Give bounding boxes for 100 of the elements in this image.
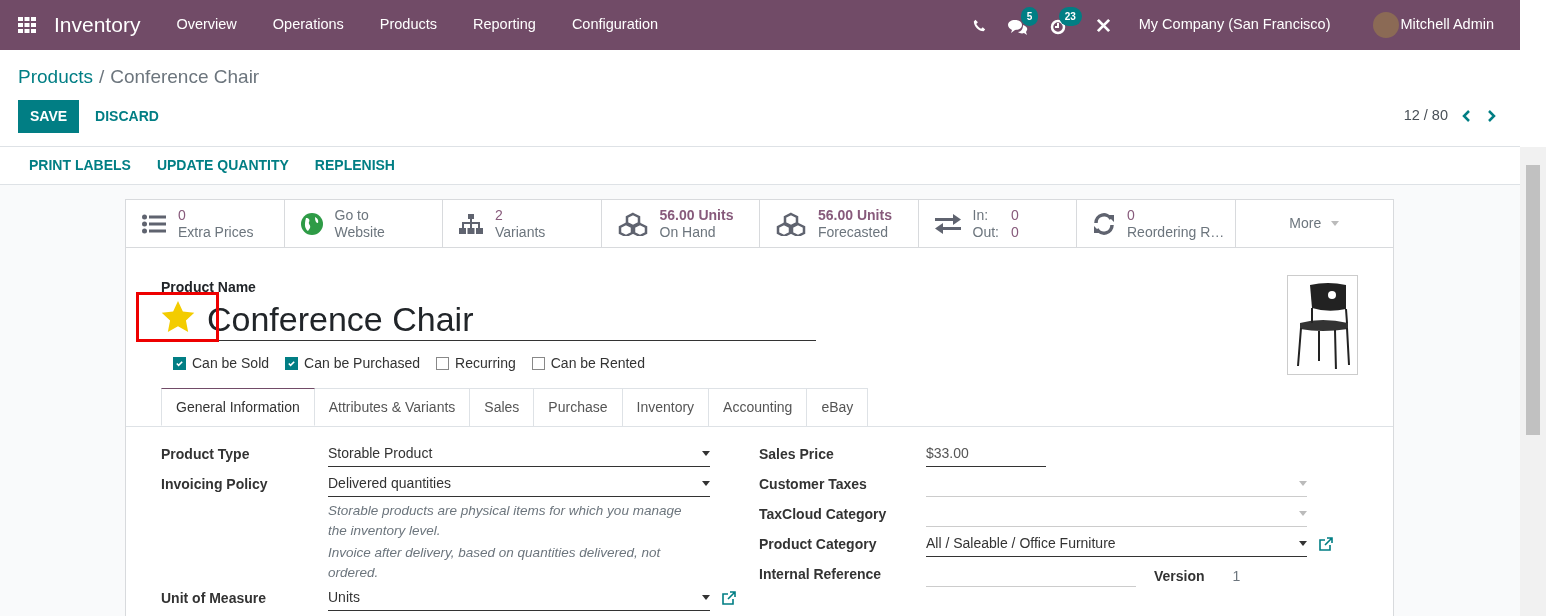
pager-value: 12 / 80 bbox=[1403, 106, 1448, 126]
form-tab[interactable]: eBay bbox=[807, 388, 869, 426]
input-field[interactable]: $33.00 bbox=[926, 441, 1046, 467]
help-text: Storable products are physical items for which you manage the inventory level. bbox=[328, 502, 683, 540]
stat-label: Website bbox=[334, 223, 385, 241]
scrollbar[interactable] bbox=[1520, 147, 1546, 616]
caret-icon bbox=[702, 595, 710, 600]
stat-label: Variants bbox=[495, 223, 546, 241]
field-label: Version bbox=[1154, 567, 1205, 586]
field-label: Unit of Measure bbox=[161, 589, 267, 608]
stat-label: On Hand bbox=[659, 223, 717, 241]
stat-value: 56.00 Units bbox=[818, 206, 892, 224]
notification-badge: 23 bbox=[1058, 7, 1082, 26]
caret-icon bbox=[702, 451, 710, 456]
favorite-star-icon[interactable] bbox=[161, 301, 195, 333]
field-label: TaxCloud Category bbox=[759, 505, 888, 524]
phone-icon[interactable] bbox=[972, 18, 986, 32]
menu-item[interactable]: Overview bbox=[158, 14, 255, 36]
stat-label: Forecasted bbox=[818, 223, 890, 241]
action-button[interactable]: UPDATE QUANTITY bbox=[156, 155, 289, 176]
caret-icon bbox=[1331, 221, 1340, 226]
clock-icon[interactable] bbox=[1049, 19, 1066, 35]
stat-value: 2 bbox=[495, 206, 504, 224]
company-switcher[interactable]: My Company (San Francisco) bbox=[1138, 14, 1331, 36]
notification-badge: 5 bbox=[1020, 7, 1039, 26]
transfer-arrows-icon bbox=[934, 213, 961, 234]
smart-button[interactable]: In: 0 Out: 0 bbox=[918, 200, 1077, 247]
action-button[interactable]: REPLENISH bbox=[314, 155, 395, 176]
photo-frame[interactable] bbox=[1287, 275, 1358, 375]
field-label: Internal Reference bbox=[759, 565, 883, 584]
menu-item[interactable]: Products bbox=[361, 14, 455, 36]
stat-label: In: bbox=[972, 206, 990, 224]
stat-label: Out: bbox=[972, 223, 999, 241]
chevron-left-icon[interactable] bbox=[1462, 110, 1471, 122]
select-field[interactable]: Units bbox=[328, 585, 710, 611]
checkbox[interactable] bbox=[285, 357, 299, 370]
user-menu[interactable]: Mitchell Admin bbox=[1400, 14, 1494, 36]
menu-item[interactable]: Operations bbox=[254, 14, 362, 36]
form-tab[interactable]: Purchase bbox=[534, 388, 623, 426]
checkbox[interactable] bbox=[531, 357, 545, 370]
caret-icon bbox=[702, 481, 710, 486]
scrollbar-thumb[interactable] bbox=[1526, 165, 1540, 435]
select-field[interactable]: All / Saleable / Office Furniture bbox=[926, 531, 1307, 557]
checkbox-label[interactable]: Recurring bbox=[455, 353, 516, 374]
hierarchy-icon bbox=[459, 213, 483, 234]
smart-button[interactable]: 56.00 Units On Hand bbox=[601, 200, 760, 247]
checkbox[interactable] bbox=[436, 357, 450, 370]
field-label: Customer Taxes bbox=[759, 475, 868, 494]
checkbox-label[interactable]: Can be Rented bbox=[550, 353, 645, 374]
menu-item[interactable]: Reporting bbox=[455, 14, 554, 36]
app-name[interactable]: Inventory bbox=[54, 9, 141, 41]
refresh-icon bbox=[1093, 212, 1115, 235]
list-icon bbox=[142, 213, 166, 234]
breadcrumb-link[interactable]: Products bbox=[18, 63, 93, 92]
select-field[interactable]: Storable Product bbox=[328, 441, 710, 467]
app-grid-icon[interactable] bbox=[18, 17, 36, 33]
external-link-icon[interactable] bbox=[722, 591, 736, 605]
field-label: Product Type bbox=[161, 445, 251, 464]
action-button[interactable]: PRINT LABELS bbox=[29, 155, 131, 176]
caret-icon bbox=[1299, 541, 1307, 546]
stat-label: Extra Prices bbox=[178, 223, 254, 241]
field-label: Product Name bbox=[161, 278, 257, 297]
form-tab[interactable]: Attributes & Variants bbox=[314, 388, 471, 426]
smart-button[interactable]: 0 Reordering R… bbox=[1077, 200, 1236, 247]
form-tab[interactable]: Inventory bbox=[622, 388, 710, 426]
form-tab[interactable]: Sales bbox=[470, 388, 535, 426]
form-tab[interactable]: General Information bbox=[161, 388, 315, 426]
smart-button[interactable]: Go to Website bbox=[284, 200, 443, 247]
help-text: Invoice after delivery, based on quantities delivered, not ordered. bbox=[328, 544, 662, 582]
breadcrumb-current: Conference Chair bbox=[110, 65, 260, 89]
checkmark-icon bbox=[287, 359, 297, 368]
save-button[interactable]: SAVE bbox=[18, 99, 80, 133]
stat-value: 0 bbox=[1010, 223, 1019, 241]
field-value: 1 bbox=[1232, 567, 1241, 586]
chevron-right-icon[interactable] bbox=[1487, 110, 1496, 122]
select-field[interactable]: Delivered quantities bbox=[328, 471, 710, 497]
stat-value: 0 bbox=[1127, 206, 1136, 224]
stat-label: Reordering R… bbox=[1127, 223, 1225, 241]
stat-value: 0 bbox=[178, 206, 187, 224]
cubes-icon bbox=[776, 211, 806, 236]
smart-button[interactable]: 0 Extra Prices bbox=[126, 200, 285, 247]
stat-value: 0 bbox=[1010, 206, 1019, 224]
smart-button[interactable]: 2 Variants bbox=[443, 200, 602, 247]
field-label: Product Category bbox=[759, 535, 878, 554]
more-dropdown[interactable]: More bbox=[1235, 200, 1393, 247]
menu-item[interactable]: Configuration bbox=[553, 14, 677, 36]
checkbox-label[interactable]: Can be Sold bbox=[192, 353, 270, 374]
field-label: Sales Price bbox=[759, 445, 835, 464]
checkbox[interactable] bbox=[173, 357, 186, 370]
form-tab[interactable]: Accounting bbox=[709, 388, 808, 426]
caret-icon bbox=[1299, 511, 1307, 516]
breadcrumb-separator: / bbox=[99, 65, 105, 89]
external-link-icon[interactable] bbox=[1319, 537, 1333, 551]
checkbox-label[interactable]: Can be Purchased bbox=[304, 353, 421, 374]
caret-icon bbox=[1299, 481, 1307, 486]
chat-icon[interactable] bbox=[1007, 19, 1028, 35]
smart-button[interactable]: 56.00 Units Forecasted bbox=[760, 200, 919, 247]
stat-value: 56.00 Units bbox=[659, 206, 734, 224]
field-label: Invoicing Policy bbox=[161, 475, 269, 494]
discard-button[interactable]: DISCARD bbox=[81, 99, 173, 133]
